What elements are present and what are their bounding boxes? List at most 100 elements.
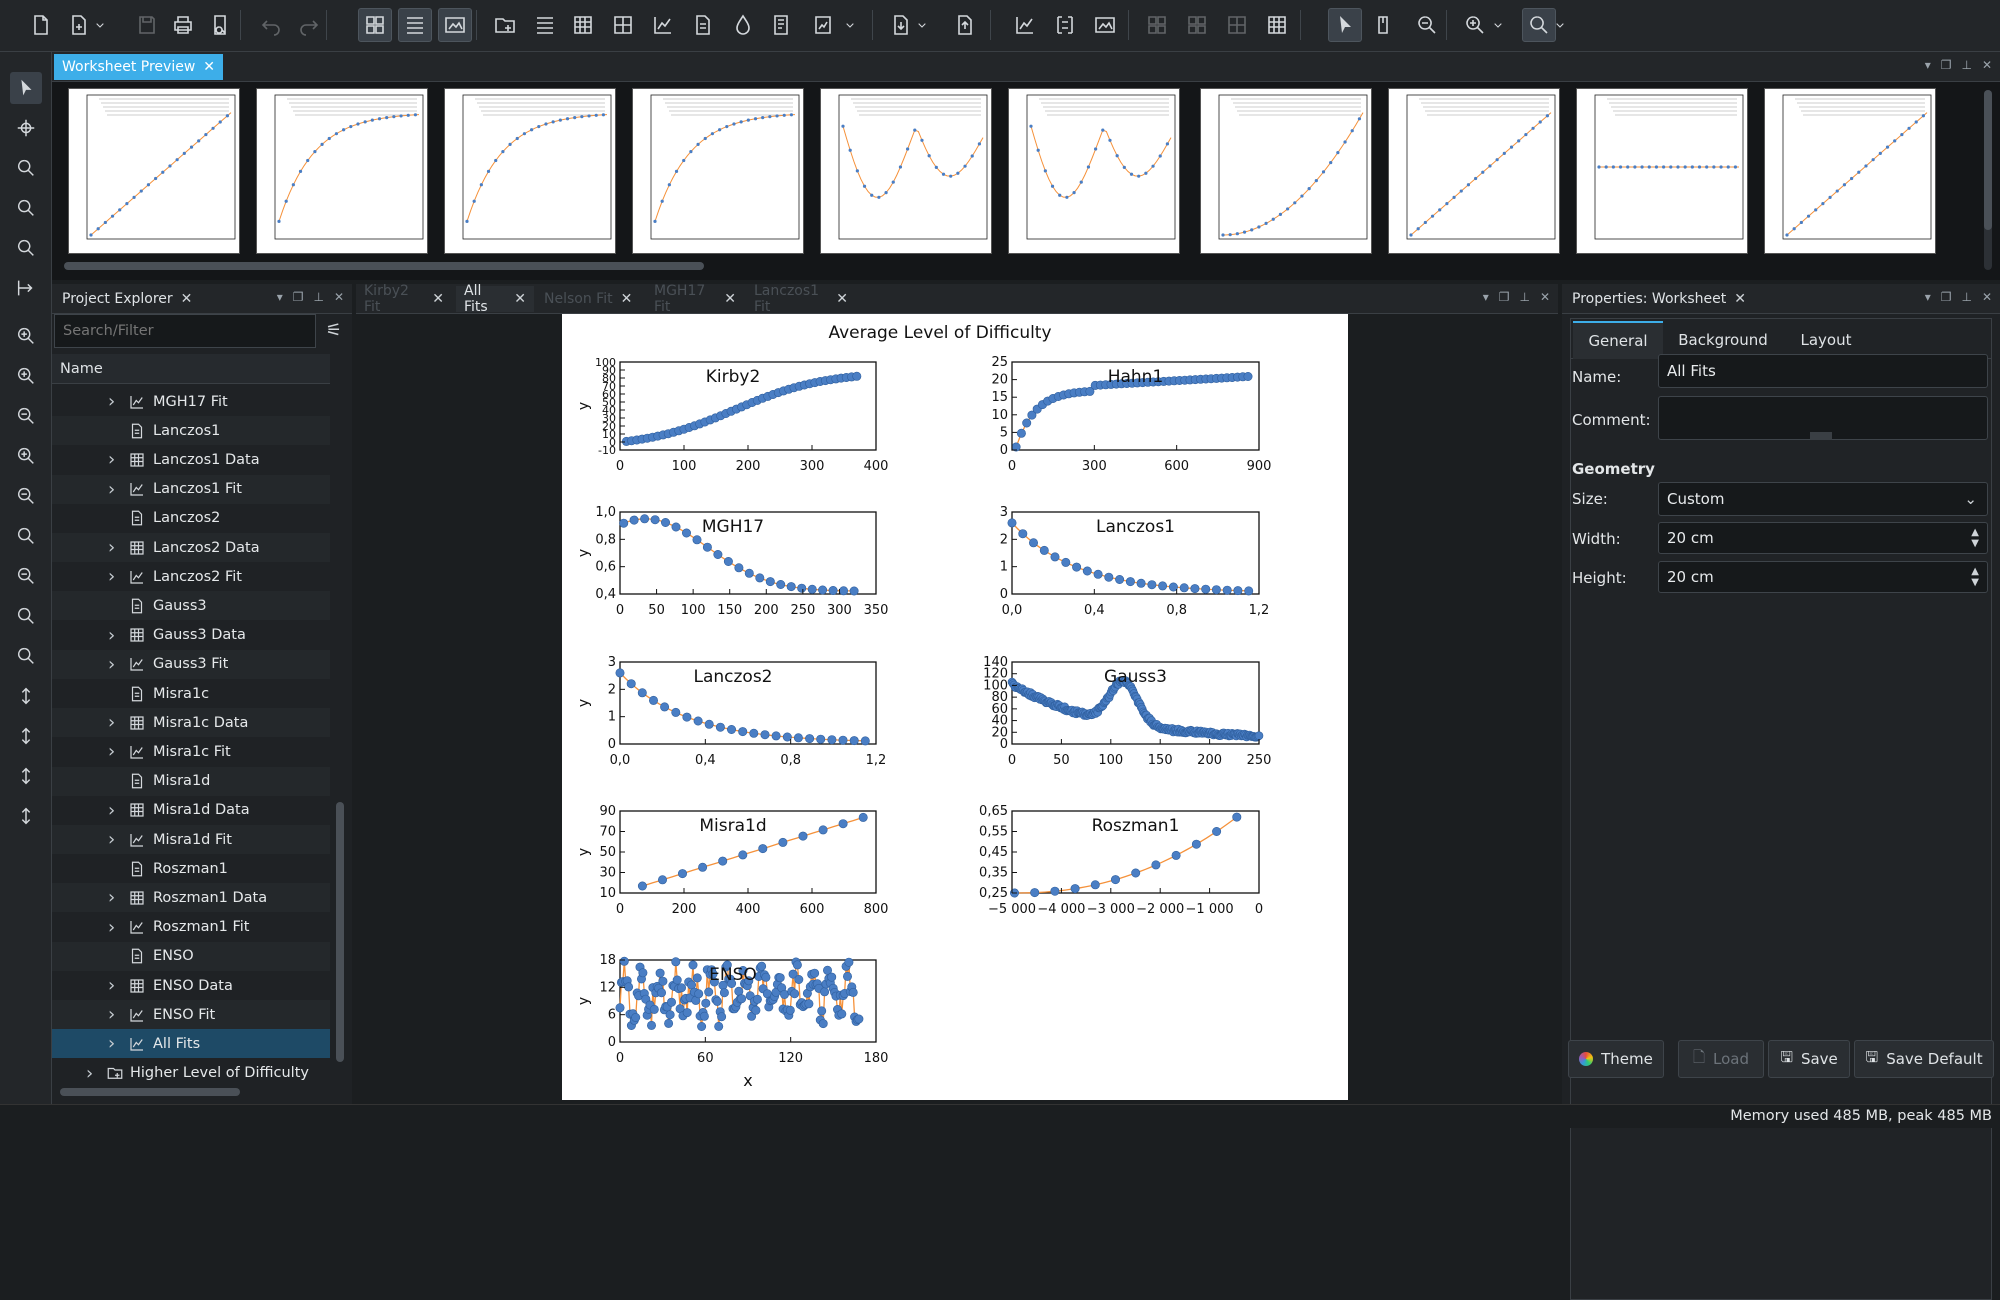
- tree-item[interactable]: › MGH17 Fit: [52, 387, 330, 416]
- close-icon[interactable]: ✕: [1734, 291, 1746, 307]
- filter-options-icon[interactable]: ⚟: [322, 320, 346, 344]
- column-header-name[interactable]: Name: [52, 354, 330, 384]
- tab-document[interactable]: Lanczos1 Fit ✕: [746, 283, 856, 315]
- tree-item[interactable]: › ENSO Data: [52, 971, 330, 1000]
- worksheet-icon[interactable]: [806, 8, 840, 42]
- note-icon[interactable]: [686, 8, 720, 42]
- dropdown-icon[interactable]: [90, 8, 110, 42]
- float-icon[interactable]: ❐: [1941, 58, 1952, 72]
- close-icon[interactable]: ✕: [514, 291, 526, 307]
- chevron-right-icon[interactable]: ›: [86, 1063, 93, 1084]
- shift-icon[interactable]: [10, 800, 42, 832]
- matrix-icon[interactable]: [606, 8, 640, 42]
- chevron-right-icon[interactable]: ›: [108, 566, 115, 587]
- folder-icon[interactable]: [488, 8, 522, 42]
- notebook-icon[interactable]: [764, 8, 798, 42]
- tab-project-explorer[interactable]: Project Explorer ✕: [54, 286, 200, 312]
- dock-menu-icon[interactable]: ▾: [277, 290, 283, 304]
- preview-thumbnail[interactable]: [256, 88, 428, 254]
- tree-item[interactable]: ENSO: [52, 941, 330, 971]
- close-icon[interactable]: ✕: [203, 59, 215, 75]
- chevron-right-icon[interactable]: ›: [108, 887, 115, 908]
- tree-item[interactable]: › Lanczos2 Data: [52, 533, 330, 562]
- save-icon[interactable]: [130, 8, 164, 42]
- theme-button[interactable]: Theme: [1568, 1040, 1664, 1078]
- plot-hahn1[interactable]: 0 300 600 900 25 20 15 10 5 0 Hahn1: [991, 355, 1271, 474]
- chevron-right-icon[interactable]: ›: [108, 975, 115, 996]
- layout-icon[interactable]: [1140, 8, 1174, 42]
- table-icon[interactable]: [1048, 8, 1082, 42]
- plot-misra1d[interactable]: 0 200 400 600 800 90 70 50 30 10 Misra1d y: [576, 804, 888, 917]
- chevron-right-icon[interactable]: ›: [108, 391, 115, 412]
- height-spinbox[interactable]: 20 cm ▲ ▼: [1658, 561, 1988, 593]
- vertical-scrollbar[interactable]: [336, 802, 344, 1062]
- dock-menu-icon[interactable]: ▾: [1925, 290, 1931, 304]
- close-icon[interactable]: ✕: [836, 291, 848, 307]
- spin-arrows-icon[interactable]: ▲ ▼: [1971, 527, 1979, 549]
- spreadsheet-icon[interactable]: [566, 8, 600, 42]
- tab-document[interactable]: Kirby2 Fit ✕: [356, 283, 452, 315]
- tree-item[interactable]: › Lanczos2 Fit: [52, 562, 330, 591]
- close-icon[interactable]: ✕: [1982, 290, 1992, 304]
- pin-icon[interactable]: ⊥: [1961, 58, 1971, 72]
- zoom-fit-icon[interactable]: [10, 400, 42, 432]
- mouse-icon[interactable]: [1366, 8, 1400, 42]
- axis-icon[interactable]: [10, 272, 42, 304]
- chevron-right-icon[interactable]: ›: [108, 449, 115, 470]
- close-icon[interactable]: ✕: [621, 291, 633, 307]
- tree-item[interactable]: Roszman1: [52, 854, 330, 883]
- tree-item[interactable]: › Misra1d Data: [52, 796, 330, 825]
- tab-general[interactable]: General: [1573, 321, 1663, 359]
- close-icon[interactable]: ✕: [432, 291, 444, 307]
- close-icon[interactable]: ✕: [334, 290, 344, 304]
- cursor-icon[interactable]: [1328, 8, 1362, 42]
- shift-icon[interactable]: [10, 760, 42, 792]
- close-icon[interactable]: ✕: [1982, 58, 1992, 72]
- tree-item[interactable]: › Roszman1 Fit: [52, 913, 330, 942]
- print-preview-icon[interactable]: [204, 8, 238, 42]
- tab-document[interactable]: MGH17 Fit ✕: [646, 283, 744, 315]
- tree-item[interactable]: › All Fits: [52, 1029, 330, 1059]
- zoom-select-icon[interactable]: [10, 520, 42, 552]
- name-field[interactable]: All Fits: [1658, 354, 1988, 388]
- plot-icon[interactable]: [1008, 8, 1042, 42]
- dropdown-icon[interactable]: [840, 8, 860, 42]
- tree-item[interactable]: › Misra1c Data: [52, 708, 330, 738]
- tree-item[interactable]: Lanczos2: [52, 504, 330, 533]
- zoom-select-icon[interactable]: [10, 192, 42, 224]
- zoom-in-icon[interactable]: [10, 440, 42, 472]
- plot-kirby2[interactable]: 0 100 200 300 4001009080706050403020100-10Ki…: [576, 356, 888, 474]
- tree-item[interactable]: › Gauss3 Fit: [52, 649, 330, 679]
- redo-icon[interactable]: [292, 8, 326, 42]
- width-spinbox[interactable]: 20 cm ▲ ▼: [1658, 522, 1988, 554]
- horizontal-scrollbar[interactable]: [60, 1088, 240, 1096]
- close-icon[interactable]: ✕: [1540, 290, 1550, 304]
- chevron-right-icon[interactable]: ›: [108, 654, 115, 675]
- layout-icon[interactable]: [1180, 8, 1214, 42]
- chevron-right-icon[interactable]: ›: [108, 1033, 115, 1054]
- resize-grip[interactable]: [1810, 432, 1832, 440]
- zoom-in-icon[interactable]: [1458, 8, 1492, 42]
- dropdown-icon[interactable]: [912, 8, 932, 42]
- tree-item[interactable]: › Misra1d Fit: [52, 825, 330, 854]
- preview-thumbnail[interactable]: [1200, 88, 1372, 254]
- chevron-right-icon[interactable]: ›: [108, 625, 115, 646]
- tab-properties[interactable]: Properties: Worksheet ✕: [1564, 286, 1754, 312]
- crosshair-icon[interactable]: [10, 112, 42, 144]
- tree-item[interactable]: Misra1d: [52, 766, 330, 796]
- image-icon[interactable]: [438, 8, 472, 42]
- size-select[interactable]: Custom ⌄: [1658, 482, 1988, 516]
- preview-thumbnail[interactable]: [820, 88, 992, 254]
- new-project-icon[interactable]: [24, 8, 58, 42]
- undo-icon[interactable]: [254, 8, 288, 42]
- zoom-select-icon[interactable]: [10, 152, 42, 184]
- chevron-right-icon[interactable]: ›: [108, 479, 115, 500]
- preview-thumbnail[interactable]: [632, 88, 804, 254]
- zoom-select-icon[interactable]: [10, 600, 42, 632]
- image-icon[interactable]: [1088, 8, 1122, 42]
- tree-item[interactable]: › Misra1c Fit: [52, 737, 330, 766]
- cursor-icon[interactable]: [10, 72, 42, 104]
- layout-icon[interactable]: [358, 8, 392, 42]
- plot-icon[interactable]: [646, 8, 680, 42]
- save-button[interactable]: 🖫 Save: [1768, 1040, 1850, 1078]
